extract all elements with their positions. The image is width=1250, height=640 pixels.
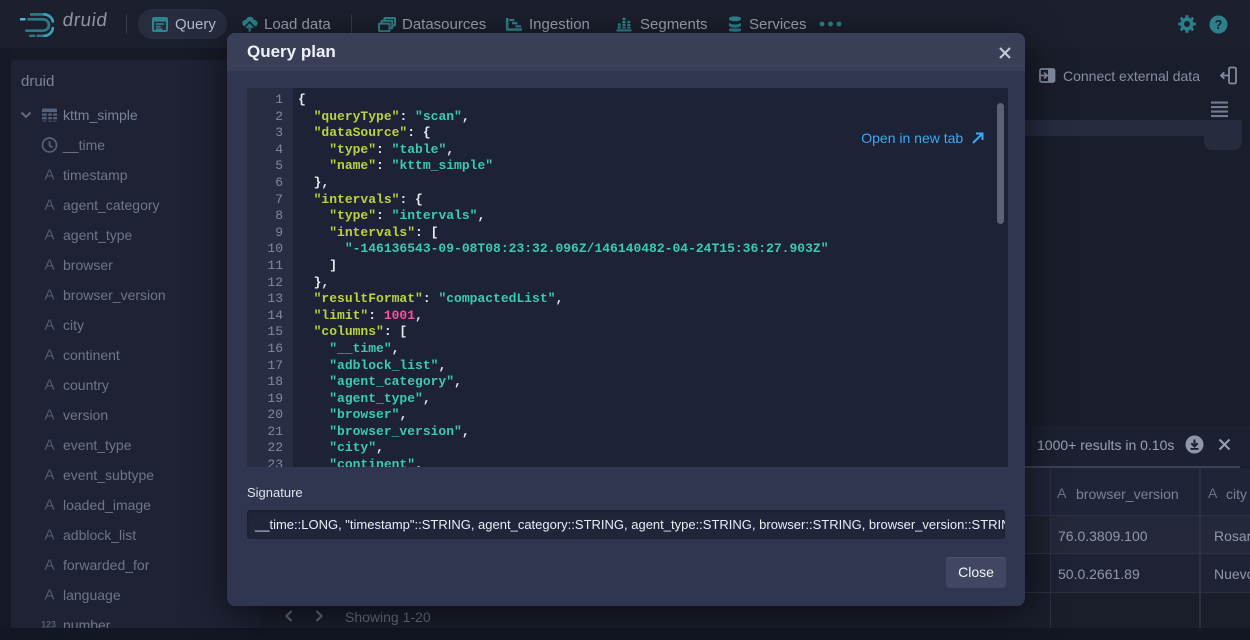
- svg-text:?: ?: [1215, 18, 1223, 32]
